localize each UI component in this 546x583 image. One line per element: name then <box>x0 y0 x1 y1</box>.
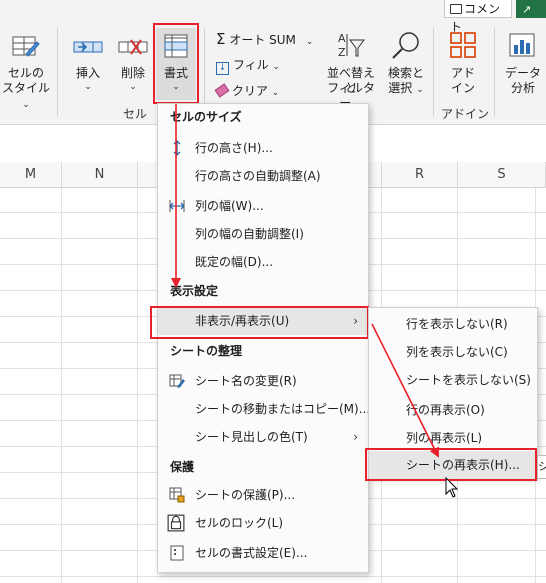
arrow-to-unhide-sheet <box>371 323 439 458</box>
annotation-arrows <box>171 104 459 498</box>
mouse-cursor-icon <box>445 476 459 498</box>
